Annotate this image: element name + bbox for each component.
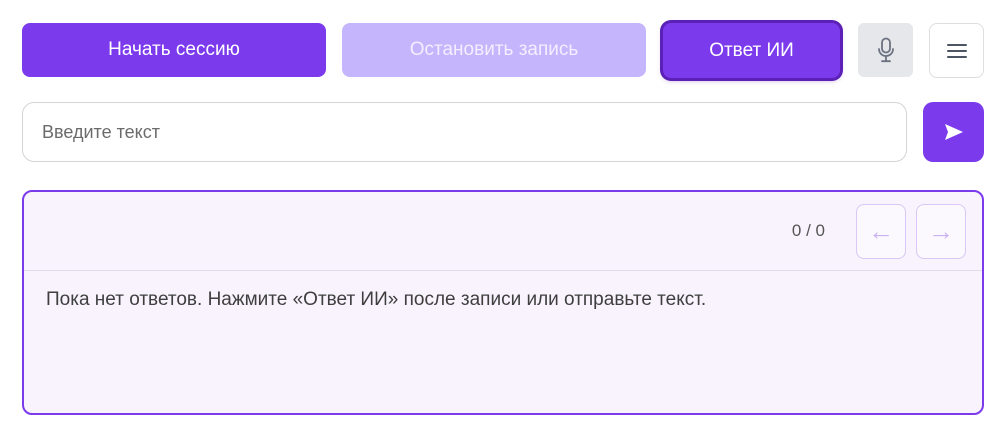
message-input[interactable] [22,102,907,162]
stop-recording-label: Остановить запись [409,39,579,60]
send-button[interactable] [923,102,984,162]
start-session-label: Начать сессию [108,39,240,60]
hamburger-menu-icon [946,43,967,58]
start-session-button[interactable]: Начать сессию [22,23,326,77]
previous-answer-button[interactable]: ← [856,204,906,259]
answers-panel: 0 / 0 ← → Пока нет ответов. Нажмите «Отв… [22,190,984,415]
app-root: Начать сессию Остановить запись Ответ ИИ… [0,0,1006,440]
answer-counter: 0 / 0 [791,221,825,240]
empty-answers-message: Пока нет ответов. Нажмите «Ответ ИИ» пос… [46,289,707,310]
send-icon [944,124,963,140]
menu-button[interactable] [929,23,984,78]
microphone-button[interactable] [858,23,913,77]
microphone-icon [877,37,894,63]
stop-recording-button[interactable]: Остановить запись [342,23,646,77]
next-answer-button[interactable]: → [916,204,966,259]
ai-answer-label: Ответ ИИ [709,39,794,61]
arrow-right-icon: → [928,216,954,246]
arrow-left-icon: ← [868,216,894,246]
ai-answer-button[interactable]: Ответ ИИ [663,23,840,78]
answers-panel-header: 0 / 0 ← → [24,192,982,271]
